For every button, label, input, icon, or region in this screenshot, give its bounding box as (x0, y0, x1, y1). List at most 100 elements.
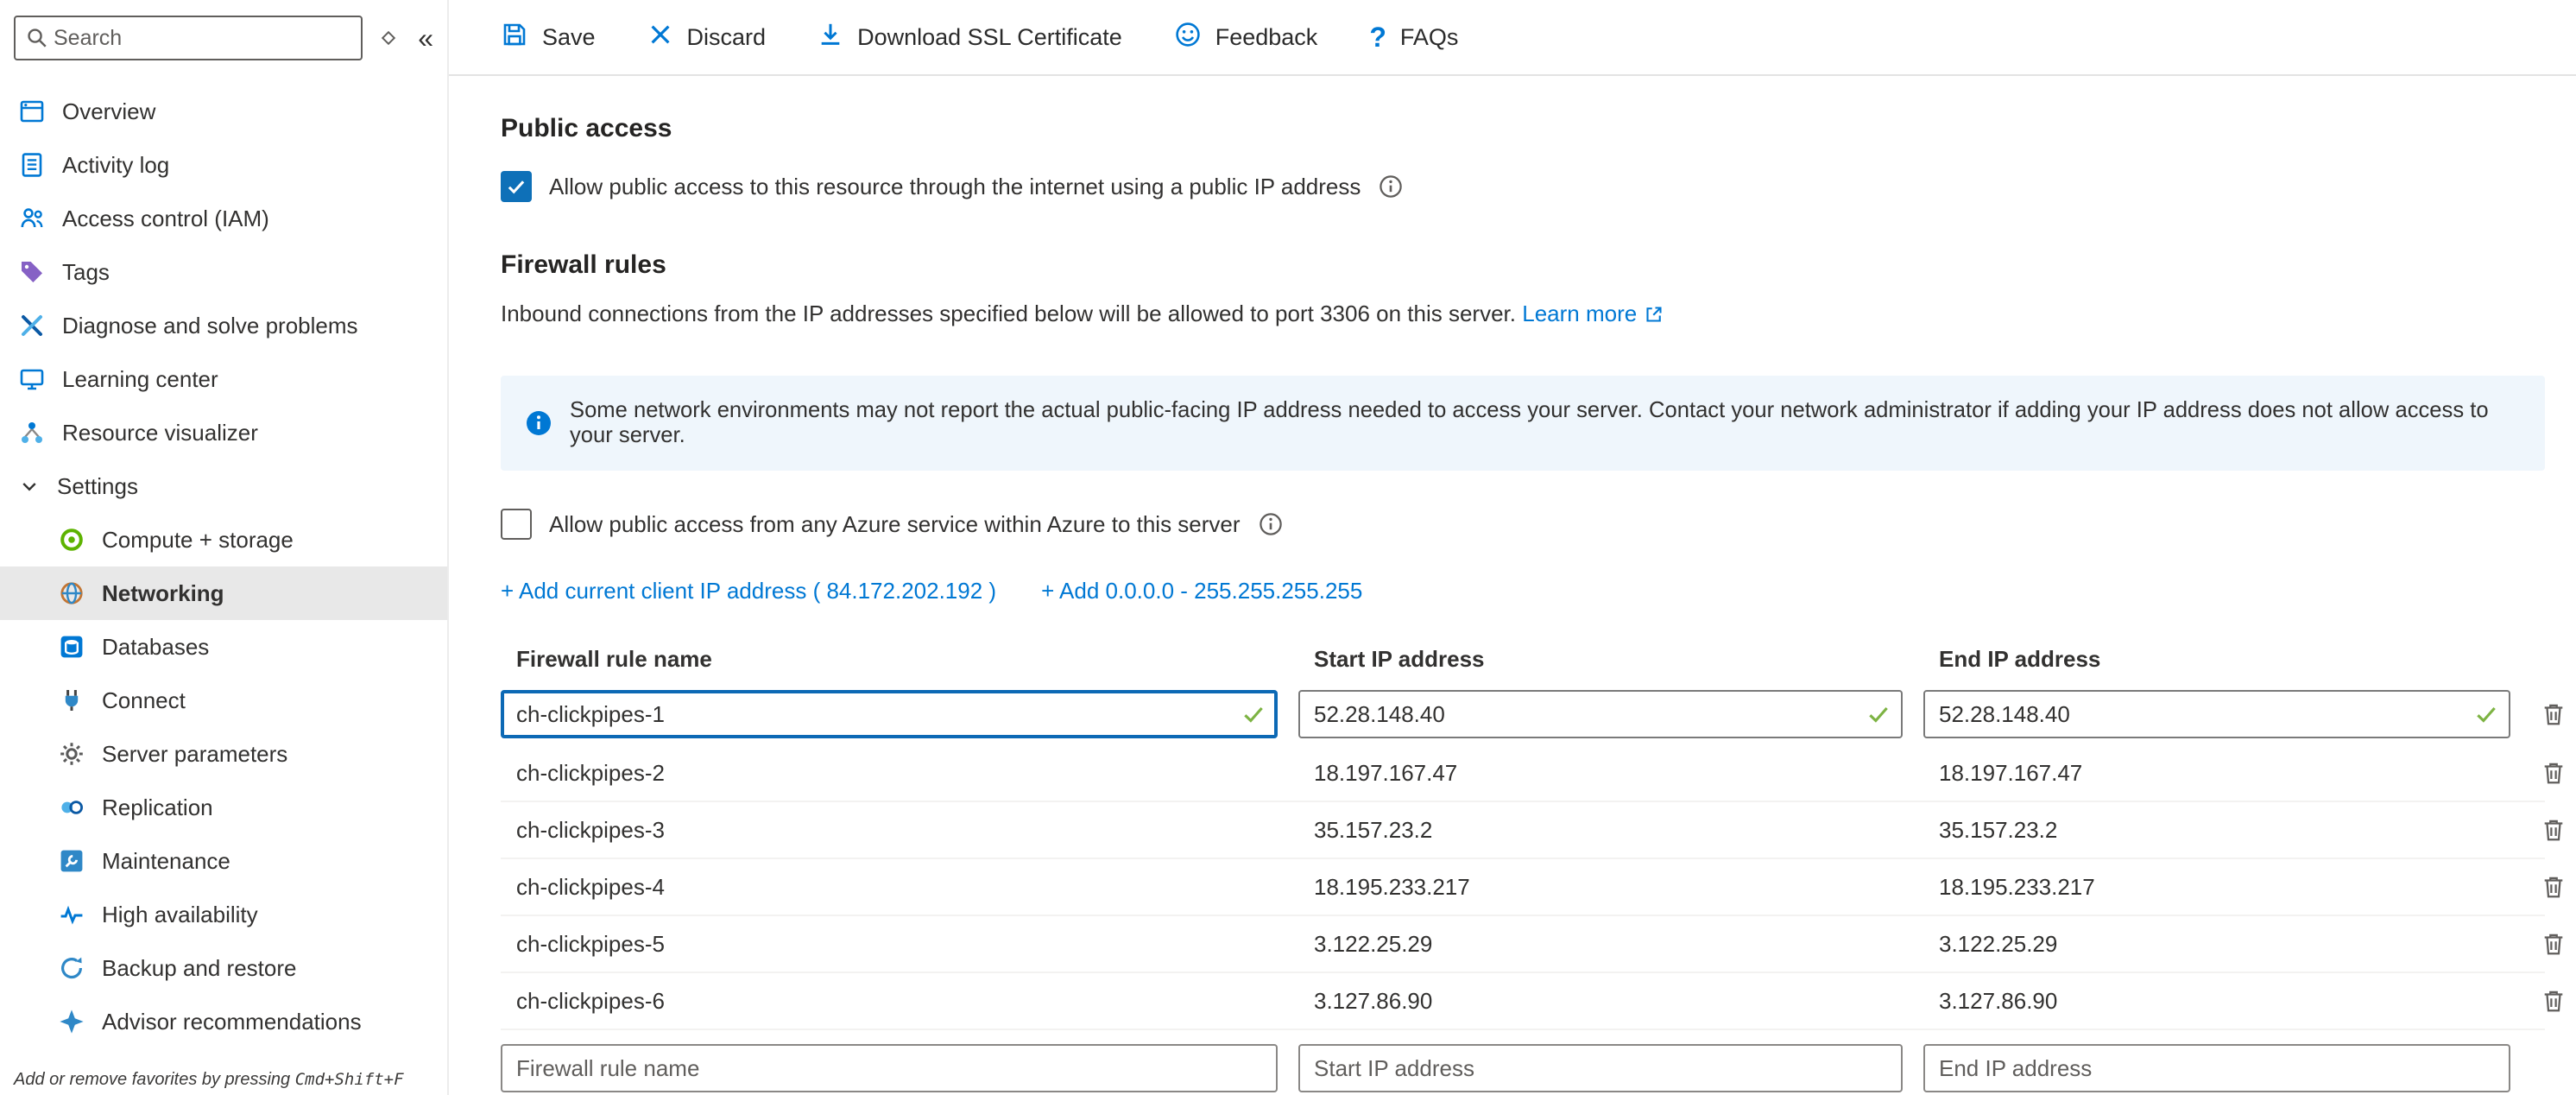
save-icon (501, 21, 528, 54)
add-ip-links: + Add current client IP address ( 84.172… (501, 578, 2545, 604)
rule-name-cell (501, 690, 1278, 738)
learn-more-link[interactable]: Learn more (1522, 301, 1664, 327)
toolbar: Save Discard Download SSL Certificate Fe… (449, 0, 2576, 76)
advisor-icon (57, 1008, 86, 1035)
column-header-rule-name: Firewall rule name (501, 646, 1278, 673)
sidebar-item-label: Learning center (62, 366, 218, 393)
info-icon[interactable] (1378, 174, 1404, 199)
info-filled-icon (525, 409, 552, 437)
backup-restore-icon (57, 954, 86, 982)
sidebar-header: « (0, 0, 447, 76)
save-button[interactable]: Save (501, 21, 596, 54)
azure-access-checkbox[interactable] (501, 509, 532, 540)
rule-name-cell: ch-clickpipes-2 (501, 760, 1278, 787)
add-client-ip-link[interactable]: + Add current client IP address ( 84.172… (501, 578, 996, 604)
sidebar-item-label: Connect (102, 687, 186, 714)
sidebar-item-resource-visualizer[interactable]: Resource visualizer (0, 406, 447, 459)
info-icon[interactable] (1258, 511, 1284, 537)
rule-name-input[interactable] (501, 690, 1278, 738)
sidebar-item-learning-center[interactable]: Learning center (0, 352, 447, 406)
public-access-row: Allow public access to this resource thr… (501, 171, 2545, 202)
main-area: Save Discard Download SSL Certificate Fe… (449, 0, 2576, 1095)
new-start-ip-input[interactable] (1298, 1044, 1903, 1092)
azure-access-row: Allow public access from any Azure servi… (501, 509, 2545, 540)
end-ip-cell: 18.197.167.47 (1923, 760, 2510, 787)
diamond-icon[interactable] (375, 24, 402, 52)
public-access-heading: Public access (501, 114, 2545, 143)
sidebar-item-replication[interactable]: Replication (0, 781, 447, 834)
sidebar-item-label: Tags (62, 259, 110, 286)
search-icon (16, 27, 48, 49)
collapse-chevrons-icon: « (418, 24, 433, 52)
discard-button[interactable]: Discard (647, 22, 767, 54)
sidebar-item-label: Activity log (62, 152, 169, 179)
delete-rule-button[interactable] (2531, 978, 2576, 1023)
compute-storage-icon (57, 526, 86, 554)
valid-check-icon (2474, 702, 2498, 726)
new-rule-name-cell (501, 1044, 1278, 1092)
download-ssl-button[interactable]: Download SSL Certificate (818, 22, 1122, 54)
azure-access-label: Allow public access from any Azure servi… (549, 511, 1241, 538)
public-access-checkbox[interactable] (501, 171, 532, 202)
sidebar-item-tags[interactable]: Tags (0, 245, 447, 299)
new-end-ip-input[interactable] (1923, 1044, 2510, 1092)
sidebar-item-maintenance[interactable]: Maintenance (0, 834, 447, 888)
column-header-start-ip: Start IP address (1298, 646, 1903, 673)
sidebar-item-networking[interactable]: Networking (0, 566, 447, 620)
start-ip-cell: 18.195.233.217 (1298, 874, 1903, 901)
access-control-icon (17, 205, 47, 232)
info-banner-text: Some network environments may not report… (570, 398, 2521, 448)
start-ip-cell: 3.127.86.90 (1298, 988, 1903, 1015)
collapse-sidebar-button[interactable]: « (414, 21, 437, 55)
sidebar-item-access-control-iam[interactable]: Access control (IAM) (0, 192, 447, 245)
resource-visualizer-icon (17, 419, 47, 446)
chevron-down-icon (17, 476, 41, 497)
learning-center-icon (17, 365, 47, 393)
sidebar-item-label: Compute + storage (102, 527, 294, 554)
search-input[interactable] (48, 26, 361, 51)
faqs-label: FAQs (1400, 24, 1459, 51)
sidebar-item-label: High availability (102, 902, 258, 928)
sidebar-item-server-parameters[interactable]: Server parameters (0, 727, 447, 781)
start-ip-input[interactable] (1298, 690, 1903, 738)
sidebar-item-overview[interactable]: Overview (0, 85, 447, 138)
sidebar-item-backup-and-restore[interactable]: Backup and restore (0, 941, 447, 995)
download-icon (818, 22, 843, 54)
download-ssl-label: Download SSL Certificate (857, 24, 1122, 51)
new-rule-name-input[interactable] (501, 1044, 1278, 1092)
rule-name-cell: ch-clickpipes-5 (501, 931, 1278, 958)
sidebar-item-settings[interactable]: Settings (0, 459, 447, 513)
networking-icon (57, 579, 86, 607)
add-all-ips-link[interactable]: + Add 0.0.0.0 - 255.255.255.255 (1041, 578, 1362, 604)
sidebar-item-advisor-recommendations[interactable]: Advisor recommendations (0, 995, 447, 1048)
faqs-button[interactable]: ? FAQs (1369, 22, 1458, 54)
end-ip-cell: 35.157.23.2 (1923, 817, 2510, 844)
sidebar-item-high-availability[interactable]: High availability (0, 888, 447, 941)
column-header-end-ip: End IP address (1923, 646, 2510, 673)
sidebar-item-connect[interactable]: Connect (0, 674, 447, 727)
end-ip-cell: 3.122.25.29 (1923, 931, 2510, 958)
start-ip-cell (1298, 690, 1903, 738)
info-banner: Some network environments may not report… (501, 376, 2545, 471)
sidebar-item-compute-storage[interactable]: Compute + storage (0, 513, 447, 566)
end-ip-input[interactable] (1923, 690, 2510, 738)
delete-rule-button[interactable] (2531, 750, 2576, 795)
delete-rule-button[interactable] (2531, 807, 2576, 852)
sidebar-item-diagnose-and-solve-problems[interactable]: Diagnose and solve problems (0, 299, 447, 352)
search-box (14, 16, 363, 60)
delete-rule-button[interactable] (2531, 921, 2576, 966)
sidebar: « Overview Activity log Access control (IA… (0, 0, 449, 1095)
delete-rule-button[interactable] (2531, 692, 2576, 737)
firewall-rule-row: ch-clickpipes-218.197.167.4718.197.167.4… (501, 745, 2545, 802)
feedback-label: Feedback (1215, 24, 1318, 51)
azure-networking-page: « Overview Activity log Access control (IA… (0, 0, 2576, 1095)
sidebar-items: Overview Activity log Access control (IAM)… (0, 76, 447, 1048)
high-availability-icon (57, 901, 86, 928)
delete-rule-button[interactable] (2531, 864, 2576, 909)
firewall-rule-row: ch-clickpipes-53.122.25.293.122.25.29 (501, 916, 2545, 973)
tags-icon (17, 258, 47, 286)
feedback-button[interactable]: Feedback (1174, 21, 1318, 54)
sidebar-item-activity-log[interactable]: Activity log (0, 138, 447, 192)
sidebar-item-label: Settings (57, 473, 138, 500)
sidebar-item-databases[interactable]: Databases (0, 620, 447, 674)
